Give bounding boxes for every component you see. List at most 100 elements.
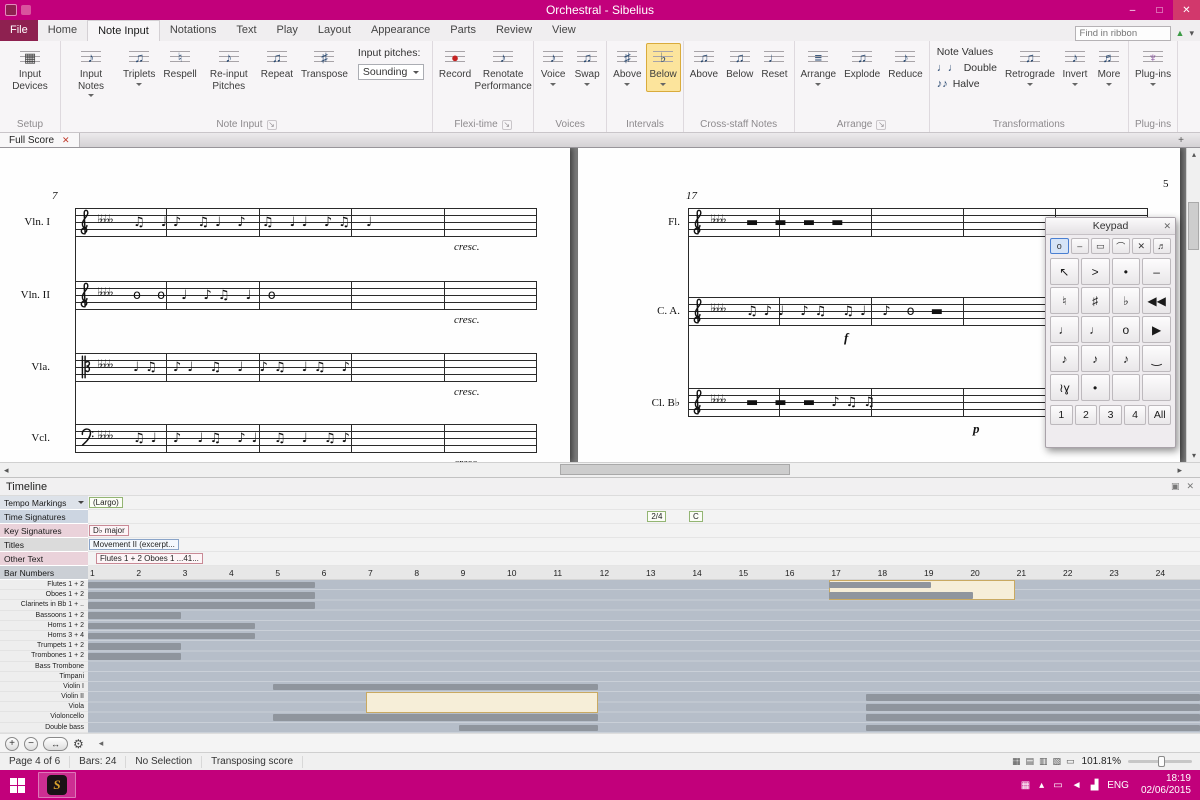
button-record[interactable]: ●Record	[435, 43, 475, 84]
mixer-panel-icon[interactable]: ▥	[1039, 756, 1048, 767]
music-segment[interactable]	[273, 714, 597, 721]
dialog-launcher-icon[interactable]: ↘	[876, 120, 886, 130]
music-segment[interactable]	[829, 592, 973, 599]
timeline-zoom-in-button[interactable]: +	[5, 737, 19, 751]
keypad-panel-icon[interactable]: ▦	[1012, 756, 1021, 767]
new-tab-button[interactable]: +	[1178, 135, 1184, 146]
keypad-key-r4c3[interactable]: ♪	[1112, 345, 1141, 372]
music-segment[interactable]	[88, 602, 315, 609]
tab-full-score[interactable]: Full Score ✕	[0, 133, 80, 147]
button-swap[interactable]: ♫Swap	[570, 43, 604, 92]
keypad-voice-all[interactable]: All	[1148, 405, 1171, 425]
keypad-voice-1[interactable]: 1	[1050, 405, 1073, 425]
horizontal-scroll-thumb[interactable]	[560, 464, 790, 475]
keypad-key-r4c4[interactable]: ‿	[1142, 345, 1171, 372]
button-plug-ins[interactable]: ♆Plug-ins	[1131, 43, 1175, 92]
float-panel-icon[interactable]: ▣	[1171, 481, 1180, 492]
music-segment[interactable]	[866, 725, 1200, 732]
keypad-key-r4c2[interactable]: ♪	[1081, 345, 1110, 372]
keypad-key-r1c3[interactable]: •	[1112, 258, 1141, 285]
close-tab-icon[interactable]: ✕	[62, 135, 70, 146]
keypad-title-bar[interactable]: Keypad ✕	[1046, 218, 1175, 235]
ribbon-tab-file[interactable]: File	[0, 20, 38, 41]
language-indicator[interactable]: ENG	[1107, 780, 1129, 791]
keypad-page-6-icon[interactable]: ♬	[1153, 238, 1172, 254]
keypad-voice-4[interactable]: 4	[1124, 405, 1147, 425]
quick-access-icon[interactable]	[21, 5, 31, 15]
timeline-chip[interactable]: (Largo)	[89, 497, 123, 508]
music-segment[interactable]	[88, 643, 181, 650]
taskbar-clock[interactable]: 18:19 02/06/2015	[1138, 773, 1191, 798]
keypad-key-r1c1[interactable]: ↖	[1050, 258, 1079, 285]
keypad-key-r2c3[interactable]: ♭	[1112, 287, 1141, 314]
ribbon-tab-note-input[interactable]: Note Input	[87, 20, 160, 41]
vertical-scrollbar[interactable]: ▴ ▾	[1186, 148, 1200, 462]
button-input-notes[interactable]: ♪Input Notes	[63, 43, 119, 103]
touch-keyboard-icon[interactable]: ▦	[1021, 780, 1030, 791]
timeline-row-label-tempo-markings[interactable]: Tempo Markings	[0, 496, 88, 510]
timeline-chip[interactable]: D♭ major	[89, 525, 129, 536]
button-re-input-pitches[interactable]: ♪Re-input Pitches	[201, 43, 257, 95]
show-hidden-icons-icon[interactable]: ▴	[1039, 780, 1044, 791]
music-segment[interactable]	[829, 582, 931, 589]
dialog-launcher-icon[interactable]: ↘	[267, 120, 277, 130]
ribbon-tab-view[interactable]: View	[542, 20, 586, 41]
button-retrograde[interactable]: ♫Retrograde	[1002, 43, 1058, 92]
timeline-track[interactable]	[88, 580, 1200, 733]
volume-icon[interactable]: ◄	[1072, 780, 1082, 791]
keyboard-panel-icon[interactable]: ▤	[1025, 756, 1034, 767]
timeline-chip[interactable]: Flutes 1 + 2 Oboes 1 ...41...	[96, 553, 203, 564]
ribbon-tab-appearance[interactable]: Appearance	[361, 20, 440, 41]
ribbon-tab-review[interactable]: Review	[486, 20, 542, 41]
music-segment[interactable]	[88, 592, 315, 599]
button-input-devices[interactable]: ▦Input Devices	[2, 43, 58, 95]
input-pitches-select[interactable]: Sounding	[358, 64, 424, 80]
zoom-slider-thumb[interactable]	[1158, 756, 1165, 767]
keypad-key-r3c3[interactable]: o	[1112, 316, 1141, 343]
timeline-chip[interactable]: Movement II (excerpt...	[89, 539, 179, 550]
keypad-voice-2[interactable]: 2	[1075, 405, 1098, 425]
score-page-1[interactable]: 7Vln. I♭♭♭♭♫ ♩♪ ♫♩ ♪ ♫ ♩♩ ♪♫ ♩cresc.Vln.…	[0, 148, 570, 462]
find-in-ribbon-input[interactable]	[1075, 26, 1171, 41]
keypad-key-r3c2[interactable]: ♩	[1081, 316, 1110, 343]
timeline-zoom-out-button[interactable]: −	[24, 737, 38, 751]
music-segment[interactable]	[866, 694, 1200, 701]
zoom-slider[interactable]	[1128, 760, 1192, 763]
music-segment[interactable]	[866, 714, 1200, 721]
button-voice[interactable]: ♪Voice	[536, 43, 570, 92]
keypad-key-r5c2[interactable]: •	[1081, 374, 1110, 401]
button-below[interactable]: ♫Below	[722, 43, 757, 84]
horizontal-scrollbar[interactable]: ◂ ▸	[0, 462, 1200, 477]
keypad-page-3-icon[interactable]: ▭	[1091, 238, 1110, 254]
ribbon-tab-notations[interactable]: Notations	[160, 20, 226, 41]
dialog-launcher-icon[interactable]: ↘	[502, 120, 512, 130]
keypad-key-r1c4[interactable]: –	[1142, 258, 1171, 285]
button-renotate-performance[interactable]: ♪Renotate Performance	[475, 43, 531, 95]
timeline-chip[interactable]: 2/4	[647, 511, 666, 522]
keypad-close-icon[interactable]: ✕	[1163, 221, 1171, 232]
network-icon[interactable]: ▟	[1091, 780, 1099, 791]
keypad-key-r3c1[interactable]: ♩	[1050, 316, 1079, 343]
music-segment[interactable]	[866, 704, 1200, 711]
button-transpose[interactable]: ♯Transpose	[297, 43, 352, 84]
keypad-key-r5c1[interactable]: ≀ɣ	[1050, 374, 1079, 401]
keypad-key-r2c4[interactable]: ◀◀	[1142, 287, 1171, 314]
button-explode[interactable]: ♫Explode	[840, 43, 884, 84]
keypad-voice-3[interactable]: 3	[1099, 405, 1122, 425]
button-reset[interactable]: ♩Reset	[757, 43, 791, 84]
maximize-button[interactable]: □	[1146, 0, 1173, 20]
music-segment[interactable]	[459, 725, 598, 732]
scroll-left-icon[interactable]: ◂	[4, 465, 9, 476]
selection-highlight[interactable]	[366, 692, 598, 712]
button-invert[interactable]: ♪Invert	[1058, 43, 1092, 92]
music-segment[interactable]	[273, 684, 597, 691]
display-icon[interactable]: ▭	[1053, 780, 1062, 791]
button-below[interactable]: ♭Below	[646, 43, 681, 92]
button-above[interactable]: ♫Above	[686, 43, 722, 84]
keypad-key-r5c3[interactable]	[1112, 374, 1141, 401]
scroll-down-icon[interactable]: ▾	[1187, 451, 1200, 460]
music-segment[interactable]	[88, 653, 181, 660]
keypad-key-r2c1[interactable]: ♮	[1050, 287, 1079, 314]
ideas-panel-icon[interactable]: ▧	[1052, 756, 1061, 767]
music-segment[interactable]	[88, 612, 181, 619]
